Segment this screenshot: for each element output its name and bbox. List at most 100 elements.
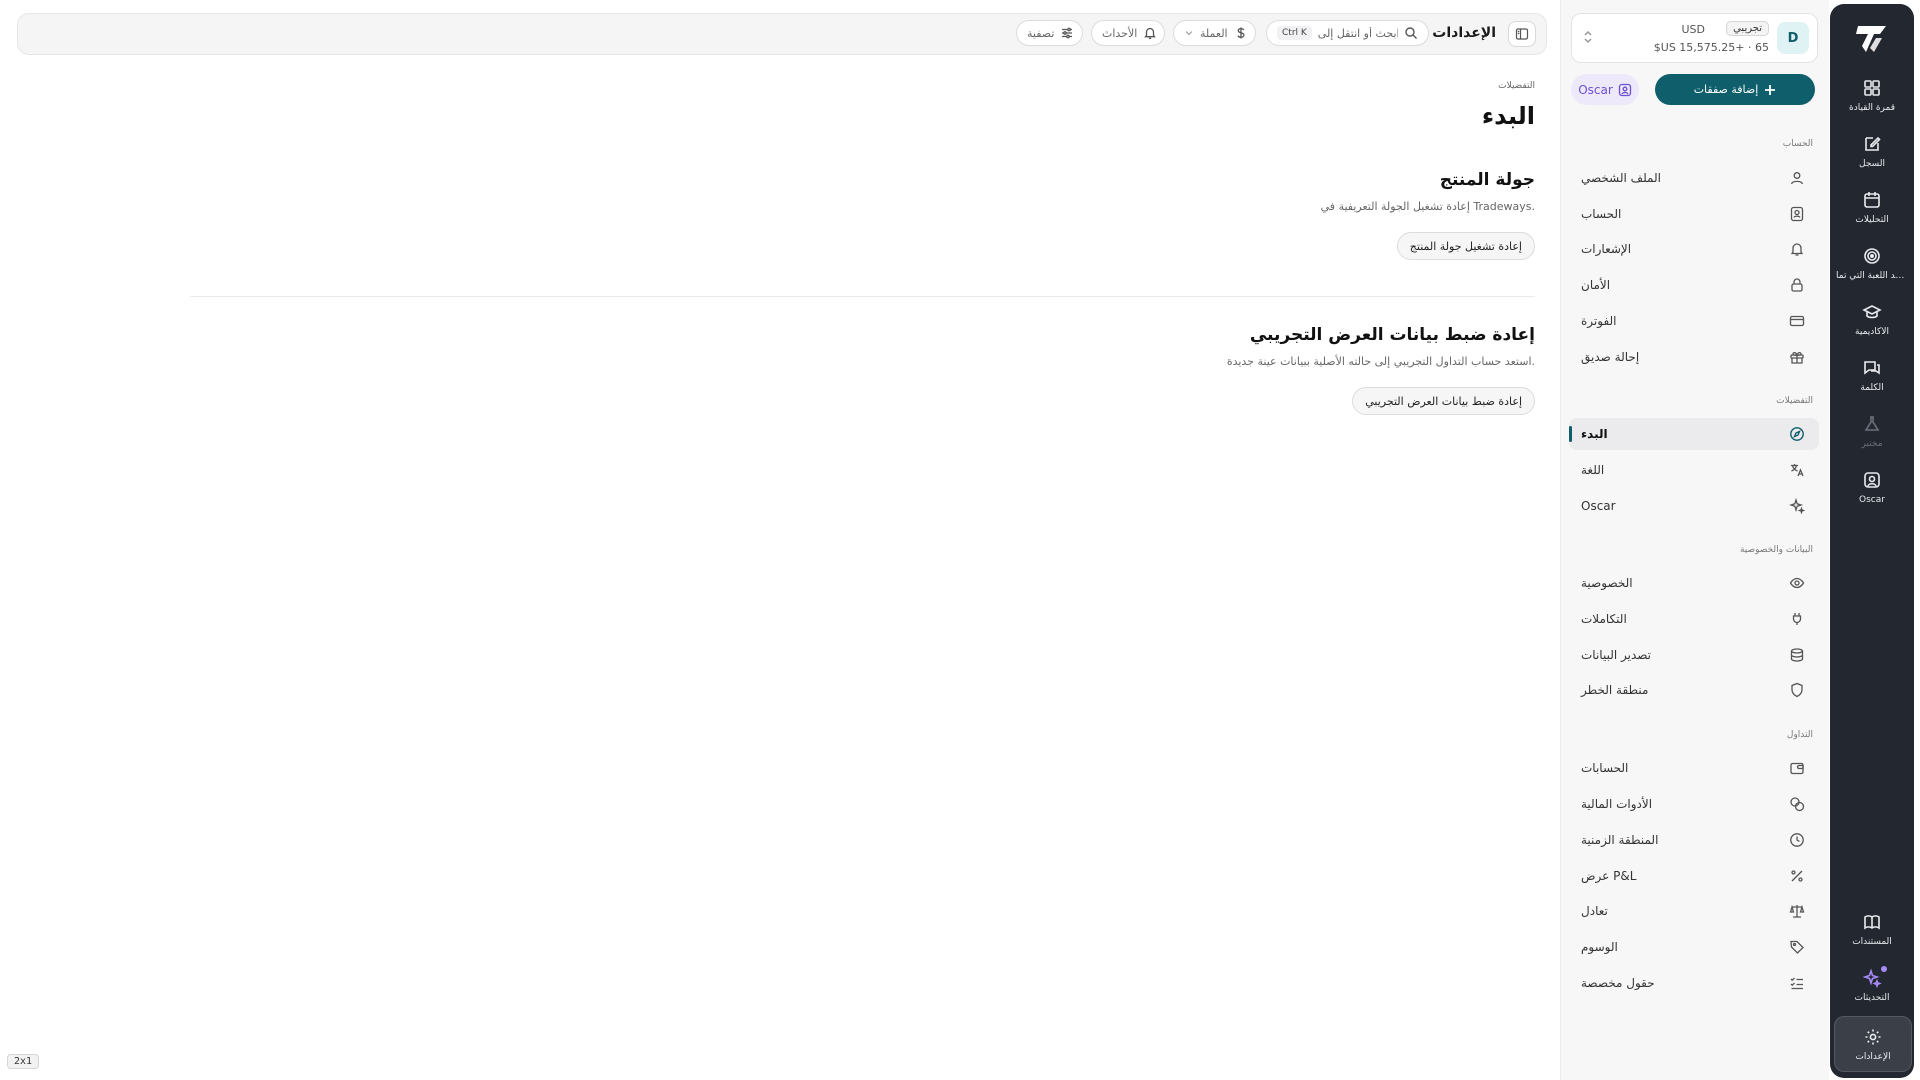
chevron-down-icon — [1185, 31, 1193, 36]
breadcrumb[interactable]: التفضيلات — [1498, 81, 1535, 91]
sidebar-item-accounts[interactable]: الحسابات — [1569, 752, 1819, 784]
search-input[interactable]: Ctrl K ابحث أو انتقل إلى... — [1266, 20, 1429, 46]
notification-dot — [1881, 966, 1887, 972]
sidebar-item-billing[interactable]: الفوترة — [1569, 305, 1819, 337]
sidebar-item-label: الفوترة — [1581, 314, 1617, 328]
sidebar-panel-icon — [1515, 28, 1529, 40]
rail-item-analytics[interactable]: التحليلات — [1834, 180, 1910, 234]
rail-item-label: المستندات — [1852, 936, 1892, 947]
sparkle-icon — [1789, 498, 1805, 514]
sidebar-item-privacy[interactable]: الخصوصية — [1569, 567, 1819, 599]
sidebar-item-label: الإشعارات — [1581, 242, 1632, 256]
top-toolbar: الإعدادات Ctrl K ابحث أو انتقل إلى... ال… — [17, 13, 1547, 55]
zoom-indicator: 2x1 — [7, 1054, 40, 1069]
target-icon — [1864, 247, 1880, 264]
rail-item-playbooks[interactable]: قواعد اللعبة التي تما... — [1834, 236, 1910, 290]
sidebar-item-label: الحسابات — [1581, 761, 1629, 775]
lock-icon — [1791, 278, 1803, 292]
sidebar-item-label: تعادل — [1581, 904, 1608, 918]
book-icon — [1864, 914, 1880, 930]
restart-tour-button[interactable]: إعادة تشغيل جولة المنتج — [1396, 232, 1535, 260]
sidebar-item-timezone[interactable]: المنطقة الزمنية — [1569, 824, 1819, 856]
rail-item-academy[interactable]: الأكاديمية — [1834, 292, 1910, 346]
filter-button[interactable]: تصفية — [1016, 20, 1083, 46]
sidebar-item-oscar[interactable]: Oscar — [1569, 490, 1819, 522]
rail-item-label: مختبر — [1861, 438, 1883, 449]
rail-item-docs[interactable]: المستندات — [1834, 902, 1910, 956]
chat-icon — [1864, 360, 1880, 375]
sidebar-item-account[interactable]: الحساب — [1569, 198, 1819, 230]
events-button[interactable]: الأحداث — [1091, 20, 1165, 46]
translate-icon — [1791, 464, 1804, 477]
rail-item-label: التحليلات — [1855, 214, 1889, 225]
sidebar-item-language[interactable]: اللغة — [1569, 454, 1819, 486]
rail-item-label: الكلمة — [1860, 382, 1884, 393]
sidebar-item-breakeven[interactable]: تعادل — [1569, 895, 1819, 927]
sidebar-item-profile[interactable]: الملف الشخصي — [1569, 162, 1819, 194]
oscar-icon — [1864, 471, 1880, 488]
sidebar-item-label: المنطقة الزمنية — [1581, 833, 1659, 847]
sidebar-item-label: البدء — [1581, 427, 1608, 441]
sidebar-item-notifications[interactable]: الإشعارات — [1569, 233, 1819, 265]
filter-label: تصفية — [1027, 26, 1055, 40]
reset-demo-button[interactable]: إعادة ضبط بيانات العرض التجريبي — [1352, 387, 1535, 415]
rail-item-label: الإعدادات — [1855, 1051, 1891, 1062]
sidebar-item-tags[interactable]: الوسوم — [1569, 931, 1819, 963]
page-title: البدء — [1481, 102, 1535, 130]
rail-item-cockpit[interactable]: قمرة القيادة — [1834, 68, 1910, 122]
rail-item-oscar[interactable]: Oscar — [1834, 460, 1910, 514]
rail-item-label: قمرة القيادة — [1848, 102, 1896, 113]
sidebar-item-referral[interactable]: إحالة صديق — [1569, 341, 1819, 373]
shield-icon — [1791, 682, 1803, 698]
rail-item-word[interactable]: الكلمة — [1834, 348, 1910, 402]
rail-item-updates[interactable]: التحديثات — [1834, 958, 1910, 1012]
add-trades-label: إضافة صفقات — [1693, 83, 1759, 96]
sidebar-item-instruments[interactable]: الأدوات المالية — [1569, 788, 1819, 820]
page-title-toolbar: الإعدادات — [1432, 25, 1496, 41]
rail-item-journal[interactable]: السجل — [1834, 124, 1910, 178]
sidebar-item-label: الحساب — [1581, 207, 1622, 221]
scale-icon — [1789, 904, 1805, 918]
checklist-icon — [1790, 977, 1803, 990]
settings-sidebar: D تجريبي USD $US 15,575.25+ · 65 إضافة ص… — [1560, 0, 1829, 1080]
user-icon — [1790, 172, 1804, 185]
account-currency: USD — [1681, 23, 1705, 36]
sidebar-item-label: Oscar — [1581, 499, 1616, 513]
rail-item-label: التحديثات — [1854, 992, 1890, 1003]
avatar: D — [1777, 22, 1809, 54]
sidebar-item-integrations[interactable]: التكاملات — [1569, 603, 1819, 635]
section-title-trading: التداول — [1786, 730, 1813, 740]
flask-icon — [1864, 415, 1880, 431]
sidebar-item-danger-zone[interactable]: منطقة الخطر — [1569, 674, 1819, 706]
sidebar-item-label: الأمان — [1581, 278, 1611, 292]
gift-icon — [1790, 351, 1804, 364]
product-tour-description: إعادة تشغيل الجولة التعريفية في Tradeway… — [1320, 200, 1535, 213]
sidebar-item-getting-started[interactable]: البدء — [1569, 418, 1819, 450]
clock-icon — [1790, 833, 1804, 847]
demo-badge: تجريبي — [1726, 21, 1769, 36]
sidebar-toggle-button[interactable] — [1508, 21, 1536, 47]
sidebar-item-custom-fields[interactable]: حقول مخصصة — [1569, 967, 1819, 999]
icon-rail: قمرة القيادة السجل التحليلات قواعد اللعب… — [1830, 4, 1914, 1078]
sidebar-item-export-data[interactable]: تصدير البيانات — [1569, 639, 1819, 671]
sparkles-icon — [1862, 967, 1882, 988]
sidebar-item-pnl-display[interactable]: عرض P&L — [1569, 860, 1819, 892]
sidebar-item-label: عرض P&L — [1581, 869, 1637, 883]
sidebar-item-security[interactable]: الأمان — [1569, 269, 1819, 301]
edit-icon — [1865, 136, 1881, 151]
search-shortcut: Ctrl K — [1277, 26, 1312, 40]
app-logo-icon[interactable] — [1852, 18, 1892, 58]
eye-icon — [1789, 577, 1805, 589]
rail-item-lab[interactable]: مختبر — [1834, 404, 1910, 458]
oscar-button[interactable]: Oscar — [1571, 74, 1639, 105]
currency-select[interactable]: العملة — [1173, 20, 1256, 46]
sidebar-item-label: الوسوم — [1581, 940, 1618, 954]
account-switcher[interactable]: D تجريبي USD $US 15,575.25+ · 65 — [1571, 13, 1818, 63]
events-label: الأحداث — [1102, 26, 1138, 40]
sidebar-item-label: الملف الشخصي — [1581, 171, 1661, 185]
currency-label: العملة — [1200, 26, 1228, 40]
search-placeholder: ابحث أو انتقل إلى... — [1317, 26, 1398, 40]
rail-item-settings[interactable]: الإعدادات — [1834, 1016, 1912, 1072]
add-trades-button[interactable]: إضافة صفقات — [1655, 74, 1815, 105]
search-icon — [1405, 27, 1417, 39]
